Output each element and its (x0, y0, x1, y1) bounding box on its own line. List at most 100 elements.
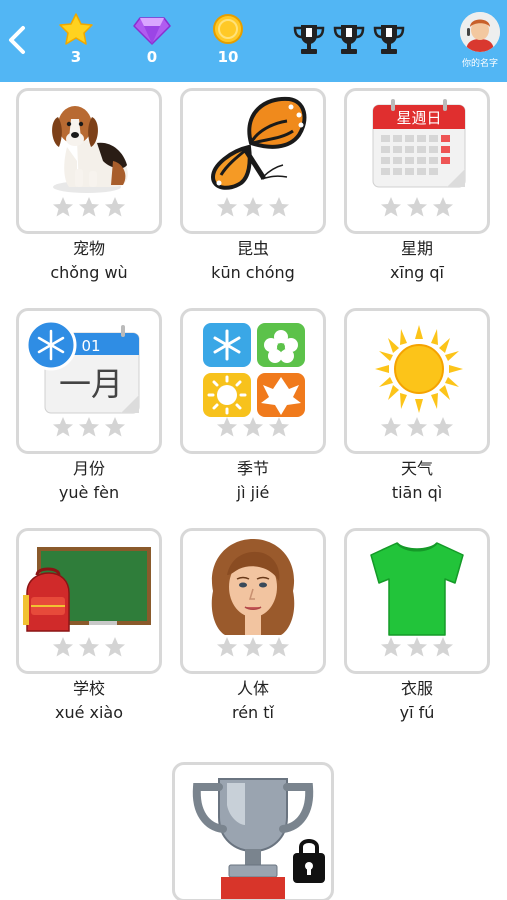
user-avatar-icon (460, 12, 500, 52)
category-label-insects: 昆虫 kūn chóng (180, 238, 326, 285)
category-label-clothes: 衣服 yī fú (344, 678, 490, 725)
category-pinyin: xīng qī (390, 263, 444, 282)
category-pinyin: yī fú (399, 703, 435, 722)
category-card-body[interactable] (180, 528, 326, 674)
butterfly-image (210, 96, 307, 190)
category-pinyin: chǒng wù (50, 263, 128, 282)
top-bar: 3 0 10 你的名字 (0, 0, 507, 82)
rating-star-icon (79, 197, 99, 217)
category-card-week[interactable]: 星週日 (344, 88, 490, 234)
seasons-image (203, 323, 305, 417)
locked-trophy-image (192, 778, 325, 899)
trophy-icon (373, 25, 405, 54)
star-rating (347, 415, 487, 443)
star-rating (19, 195, 159, 223)
gems-stat: 0 (122, 12, 182, 66)
tshirt-image (370, 542, 464, 636)
star-rating (183, 195, 323, 223)
stars-stat: 3 (46, 12, 106, 66)
category-pinyin: kūn chóng (211, 263, 295, 282)
category-name: 宠物 (72, 239, 105, 258)
gem-icon (133, 17, 171, 45)
category-card-seasons[interactable] (180, 308, 326, 454)
category-label-months: 月份 yuè fèn (16, 458, 162, 505)
rating-star-icon (269, 197, 289, 217)
star-rating (183, 415, 323, 443)
rating-star-icon (53, 417, 73, 437)
rating-star-icon (243, 417, 263, 437)
rating-star-icon (381, 417, 401, 437)
back-arrow-icon[interactable] (4, 22, 30, 58)
rating-star-icon (79, 637, 99, 657)
category-pinyin: xué xiào (54, 703, 124, 722)
coin-icon (213, 14, 243, 44)
star-rating (19, 635, 159, 663)
category-card-weather[interactable] (344, 308, 490, 454)
calendar-title-text: 星週日 (396, 109, 441, 127)
star-rating (347, 635, 487, 663)
calendar-number-text: 01 (81, 337, 100, 355)
category-name: 月份 (72, 459, 105, 478)
star-rating (19, 415, 159, 443)
coins-count: 10 (217, 48, 239, 66)
category-name: 季节 (236, 459, 269, 478)
category-pinyin: rén tǐ (231, 703, 274, 722)
stars-count: 3 (70, 48, 82, 66)
category-card-insects[interactable] (180, 88, 326, 234)
category-pinyin: jì jié (236, 483, 270, 502)
user-avatar[interactable] (460, 12, 500, 52)
dog-image (52, 106, 128, 193)
category-card-clothes[interactable] (344, 528, 490, 674)
rating-star-icon (105, 637, 125, 657)
rating-star-icon (217, 637, 237, 657)
rating-star-icon (433, 417, 453, 437)
star-rating (183, 635, 323, 663)
rating-star-icon (407, 417, 427, 437)
category-label-pets: 宠物 chǒng wù (16, 238, 162, 285)
category-pinyin: yuè fèn (58, 483, 120, 502)
calendar-week-image: 星週日 (372, 99, 466, 188)
rating-star-icon (407, 197, 427, 217)
star-rating (347, 195, 487, 223)
rating-star-icon (407, 637, 427, 657)
rating-star-icon (217, 197, 237, 217)
trophy-icon (333, 25, 365, 54)
school-image (23, 547, 151, 632)
calendar-month-text: 一月 (59, 365, 123, 403)
category-label-school: 学校 xué xiào (16, 678, 162, 725)
category-name: 人体 (236, 679, 269, 698)
rating-star-icon (79, 417, 99, 437)
rating-star-icon (381, 197, 401, 217)
sun-image (375, 325, 463, 413)
user-name[interactable]: 你的名字 (450, 56, 507, 69)
rating-star-icon (217, 417, 237, 437)
category-name: 星期 (400, 239, 433, 258)
category-name: 衣服 (400, 679, 433, 698)
category-card-months[interactable]: 01 一月 (16, 308, 162, 454)
category-card-school[interactable] (16, 528, 162, 674)
category-label-weather: 天气 tiān qì (344, 458, 490, 505)
category-label-week: 星期 xīng qī (344, 238, 490, 285)
calendar-month-image: 01 一月 (25, 319, 140, 414)
category-label-seasons: 季节 jì jié (180, 458, 326, 505)
rating-star-icon (243, 637, 263, 657)
rating-star-icon (269, 637, 289, 657)
star-icon (59, 13, 93, 45)
rating-star-icon (381, 637, 401, 657)
rating-star-icon (53, 637, 73, 657)
lock-icon (293, 839, 325, 883)
category-name: 天气 (400, 459, 433, 478)
coins-stat: 10 (198, 12, 258, 66)
trophy-icon (293, 25, 325, 54)
rating-star-icon (433, 197, 453, 217)
category-label-body: 人体 rén tǐ (180, 678, 326, 725)
rating-star-icon (105, 417, 125, 437)
rating-star-icon (433, 637, 453, 657)
rating-star-icon (243, 197, 263, 217)
category-name: 学校 (72, 679, 105, 698)
rating-star-icon (269, 417, 289, 437)
category-card-pets[interactable] (16, 88, 162, 234)
woman-face-image (211, 539, 295, 635)
locked-trophy-card[interactable] (172, 762, 334, 900)
rating-star-icon (105, 197, 125, 217)
